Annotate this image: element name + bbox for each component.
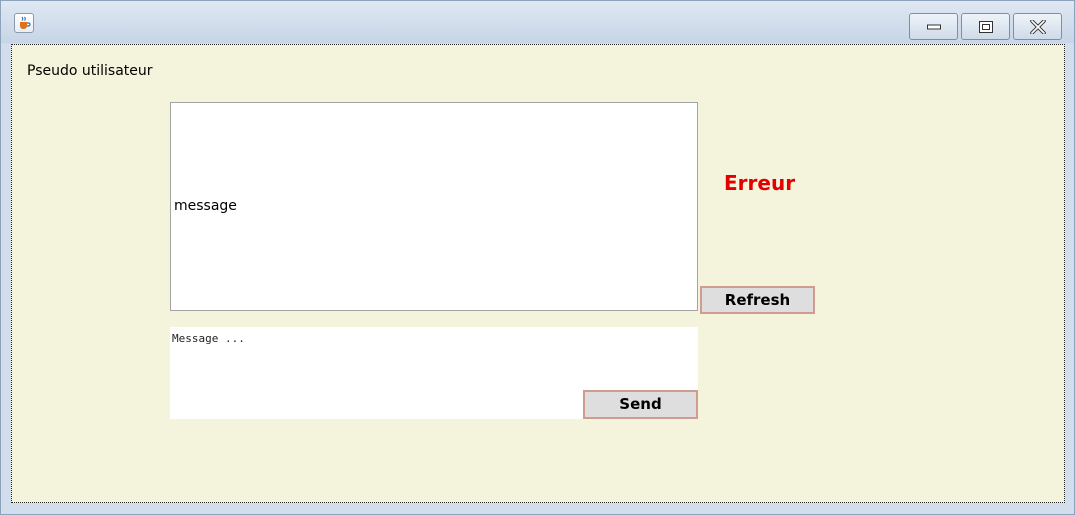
title-bar[interactable] [1,1,1074,43]
refresh-button[interactable]: Refresh [700,286,815,314]
close-icon [1029,19,1046,34]
maximize-button[interactable] [961,13,1010,40]
messages-display[interactable]: message [170,102,698,311]
minimize-button[interactable] [909,13,958,40]
close-button[interactable] [1013,13,1062,40]
maximize-icon [978,20,993,33]
java-cup-icon[interactable] [14,13,34,33]
minimize-icon [926,24,941,29]
app-window: Pseudo utilisateur message Erreur Refres… [0,0,1075,515]
message-input-text: Message ... [172,332,245,345]
main-panel: Pseudo utilisateur message Erreur Refres… [11,44,1065,503]
send-button[interactable]: Send [583,390,698,419]
username-label: Pseudo utilisateur [27,63,153,79]
messages-text: message [174,198,237,214]
error-label: Erreur [724,171,796,195]
